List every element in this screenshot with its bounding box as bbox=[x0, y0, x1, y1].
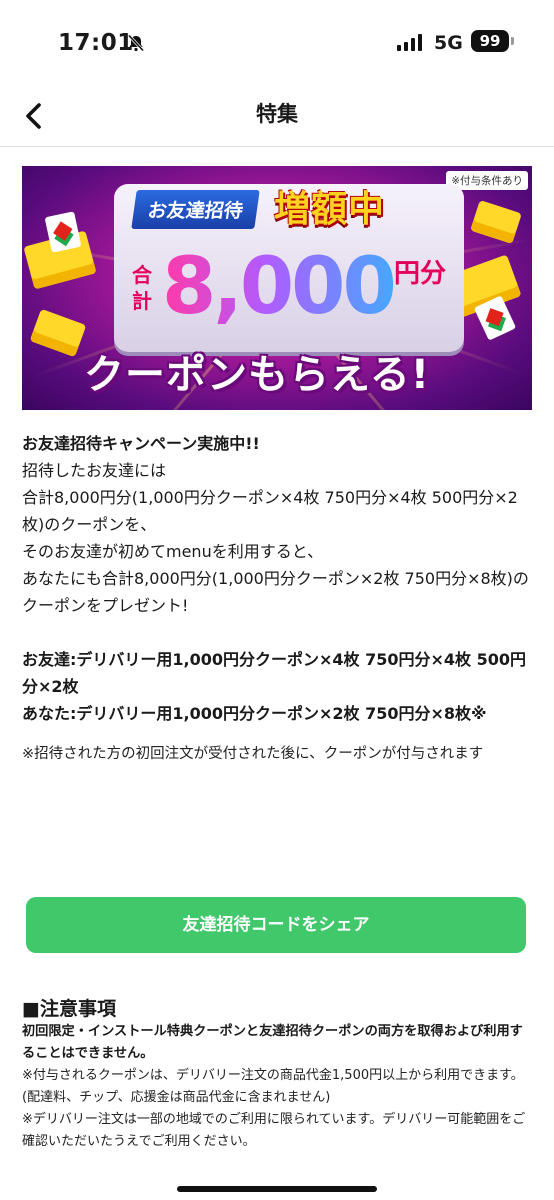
notice-text: ※デリバリー注文は一部の地域でのご利用に限られています。デリバリー可能範囲をご確… bbox=[22, 1112, 526, 1149]
banner-increase-label: 増額中 bbox=[274, 189, 386, 230]
signal-icon bbox=[397, 34, 422, 51]
banner-amount: 8,000 bbox=[162, 242, 397, 332]
friend-reward: お友達:デリバリー用1,000円分クーポン×4枚 750円分×4枚 500円分×… bbox=[22, 650, 527, 696]
description-line: そのお友達が初めてmenuを利用すると、 bbox=[22, 542, 324, 561]
home-indicator bbox=[177, 1186, 377, 1192]
description-line: あなたにも合計8,000円分(1,000円分クーポン×2枚 750円分×8枚)の… bbox=[22, 569, 529, 615]
description-line: 招待したお友達には bbox=[22, 461, 167, 480]
description-line: 合計8,000円分(1,000円分クーポン×4枚 750円分×4枚 500円分×… bbox=[22, 488, 518, 534]
banner-total-label: 合計 bbox=[132, 263, 152, 313]
campaign-banner: ※付与条件あり お友達招待 増額中 合計 8,000 円分 クーポンもらえる! bbox=[22, 166, 532, 410]
notice-title: ■注意事項 bbox=[22, 998, 116, 1020]
banner-headline: クーポンもらえる! bbox=[84, 352, 431, 398]
notice-text: ※付与されるクーポンは、デリバリー注文の商品代金1,500円以上から利用できます… bbox=[22, 1068, 524, 1105]
envelope-icon bbox=[29, 308, 87, 358]
nav-bar: 特集 bbox=[0, 84, 554, 147]
banner-invite-tag: お友達招待 bbox=[131, 190, 260, 229]
share-invite-code-button[interactable]: 友達招待コードをシェア bbox=[26, 897, 526, 953]
page-title: 特集 bbox=[256, 102, 298, 126]
campaign-heading: お友達招待キャンペーン実施中!! bbox=[22, 434, 260, 453]
coupon-footnote: ※招待された方の初回注文が受付された後に、クーポンが付与されます bbox=[22, 746, 484, 762]
status-time: 17:01 bbox=[58, 30, 134, 56]
status-bar: 17:01 5G 99 bbox=[0, 0, 554, 84]
battery-cap bbox=[511, 37, 514, 45]
notice-section: ■注意事項 初回限定・インストール特典クーポンと友達招待クーポンの両方を取得およ… bbox=[22, 994, 532, 1153]
battery-icon: 99 bbox=[471, 30, 509, 52]
coupon-card-icon bbox=[44, 211, 82, 253]
campaign-description: お友達招待キャンペーン実施中!! 招待したお友達には 合計8,000円分(1,0… bbox=[22, 430, 532, 767]
notice-bold-text: 初回限定・インストール特典クーポンと友達招待クーポンの両方を取得および利用するこ… bbox=[22, 1024, 523, 1061]
envelope-icon bbox=[470, 199, 522, 245]
your-reward: あなた:デリバリー用1,000円分クーポン×2枚 750円分×8枚※ bbox=[22, 704, 487, 723]
bell-muted-icon bbox=[127, 34, 145, 52]
network-type: 5G bbox=[434, 32, 463, 54]
banner-yen-label: 円分 bbox=[394, 259, 447, 289]
